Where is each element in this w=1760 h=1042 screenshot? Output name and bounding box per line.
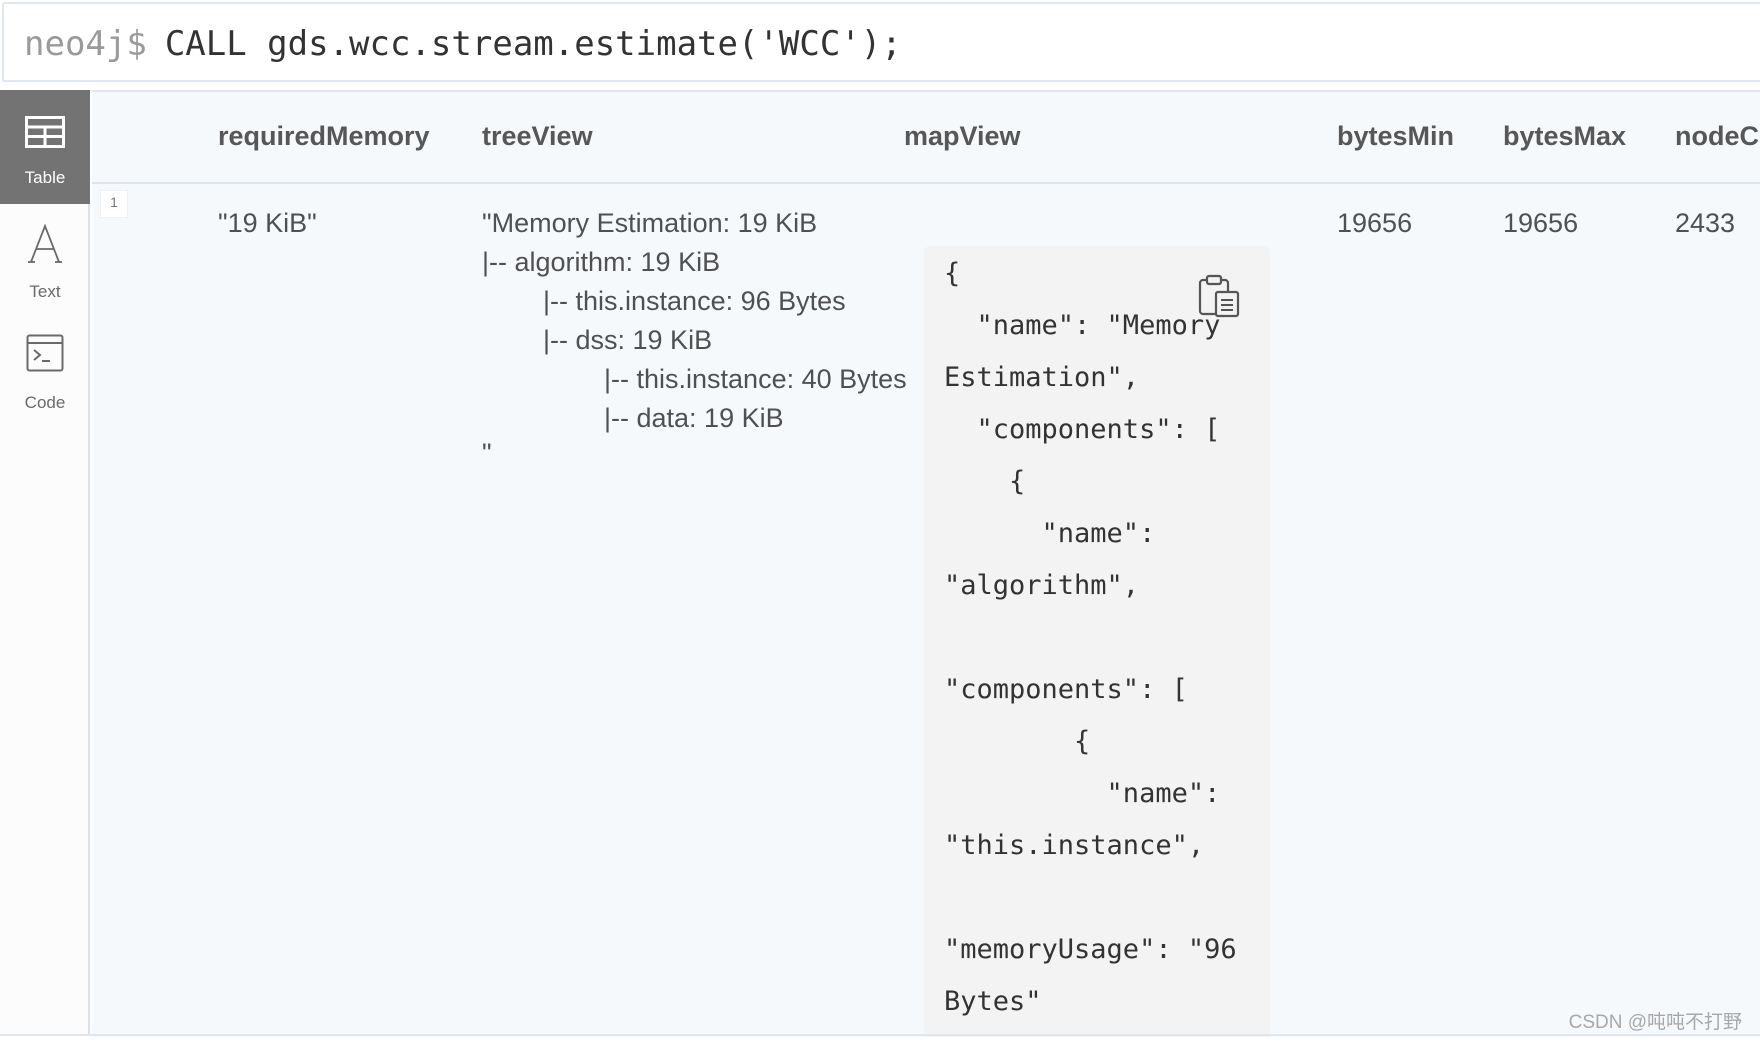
sidebar-item-code[interactable]: Code (0, 318, 90, 432)
code-line: "name": "Memory (944, 310, 1221, 341)
code-line: "this.instance", (944, 830, 1205, 861)
table-header: requiredMemory treeView mapView bytesMin… (92, 92, 1760, 184)
code-line: { (944, 726, 1091, 757)
row-number: 1 (100, 190, 128, 218)
tree-line: |-- this.instance: 40 Bytes (544, 364, 907, 394)
sidebar-item-label: Code (24, 393, 66, 412)
cell-bytes-min: 19656 (1337, 208, 1413, 238)
watermark: CSDN @吨吨不打野 (1568, 1012, 1742, 1033)
code-line: Bytes" (944, 986, 1042, 1017)
cell-map-view[interactable]: { "name": "Memory Estimation", "componen… (924, 246, 1270, 1037)
sidebar-item-label: Table (24, 168, 66, 187)
view-mode-sidebar: Table Text Code (0, 90, 90, 1035)
tree-line: " (482, 438, 492, 468)
code-line: { (944, 466, 1026, 497)
code-line: "algorithm", (944, 570, 1140, 601)
column-header-nodeCount[interactable]: nodeC (1675, 121, 1759, 152)
sidebar-item-label: Text (29, 282, 61, 301)
code-line: "components": [ (944, 414, 1221, 445)
copy-to-clipboard-icon[interactable] (1198, 274, 1240, 318)
column-header-bytesMin[interactable]: bytesMin (1337, 121, 1454, 152)
cell-bytes-max: 19656 (1503, 208, 1579, 238)
cell-node-count: 2433 (1675, 208, 1736, 238)
code-icon (26, 334, 64, 372)
query-command[interactable]: CALL gds.wcc.stream.estimate('WCC'); (165, 24, 902, 64)
code-line: Estimation", (944, 362, 1140, 393)
tree-line: |-- this.instance: 96 Bytes (513, 286, 846, 316)
tree-line: |-- dss: 19 KiB (513, 325, 713, 355)
column-header-mapView[interactable]: mapView (904, 121, 1021, 152)
tree-line: |-- algorithm: 19 KiB (482, 247, 721, 277)
result-table: requiredMemory treeView mapView bytesMin… (92, 90, 1760, 1037)
text-icon (28, 224, 62, 263)
column-header-treeView[interactable]: treeView (482, 121, 593, 152)
query-editor[interactable]: neo4j$ CALL gds.wcc.stream.estimate('WCC'… (2, 2, 1760, 82)
bottom-divider (0, 1034, 1760, 1036)
code-line: "components": [ (944, 674, 1188, 705)
column-header-bytesMax[interactable]: bytesMax (1503, 121, 1626, 152)
tree-line: |-- data: 19 KiB (544, 403, 784, 433)
cell-required-memory: "19 KiB" (218, 208, 317, 238)
code-line: "name": (944, 778, 1221, 809)
neo4j-browser-frame: neo4j$ CALL gds.wcc.stream.estimate('WCC'… (0, 0, 1760, 1042)
code-line: "name": (944, 518, 1156, 549)
column-header-requiredMemory[interactable]: requiredMemory (218, 121, 430, 152)
sidebar-item-table[interactable]: Table (0, 90, 90, 204)
code-line: "memoryUsage": "96 (944, 934, 1237, 965)
table-icon (25, 116, 65, 148)
tree-line: "Memory Estimation: 19 KiB (482, 208, 818, 238)
sidebar-item-text[interactable]: Text (0, 204, 90, 318)
query-prompt: neo4j$ (24, 24, 147, 64)
code-line: { (944, 258, 961, 289)
